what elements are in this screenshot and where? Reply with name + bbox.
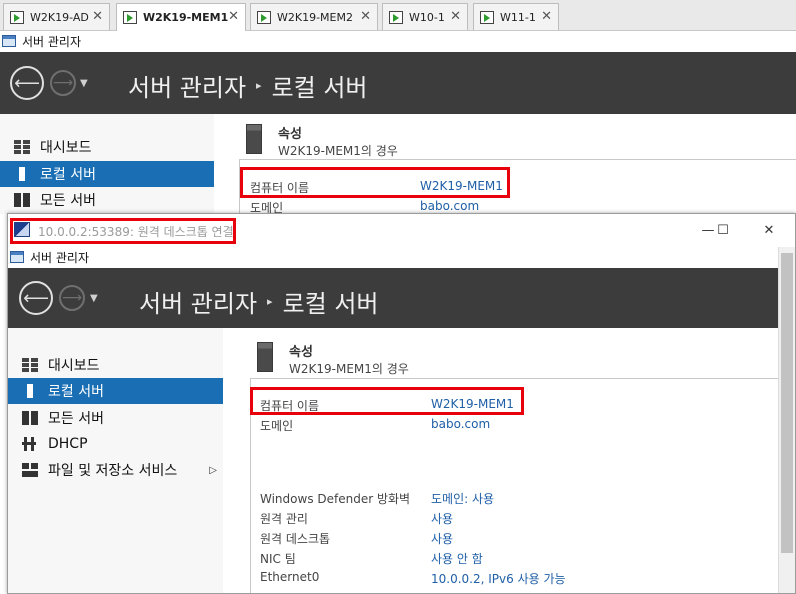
sidebar-item-dashboard[interactable]: 대시보드 bbox=[8, 352, 223, 378]
sidebar-item-dhcp[interactable]: DHCP bbox=[8, 431, 223, 457]
chevron-right-icon[interactable]: ▷ bbox=[209, 465, 217, 476]
nic-teaming-link[interactable]: 사용 안 함 bbox=[431, 550, 483, 567]
vm-running-icon bbox=[257, 10, 271, 24]
dashboard-icon bbox=[22, 358, 38, 372]
back-arrow-icon[interactable]: ⟵ bbox=[19, 281, 53, 315]
vm-tab-w10-1[interactable]: W10-1 ✕ bbox=[382, 3, 468, 30]
vm-tab-w11-1[interactable]: W11-1 ✕ bbox=[473, 3, 559, 30]
server-icon bbox=[19, 167, 25, 181]
vm-tab-w2k19-ad[interactable]: W2K19-AD ✕ bbox=[3, 3, 110, 30]
server-properties-icon bbox=[246, 124, 262, 154]
property-label: Ethernet0 bbox=[260, 570, 320, 584]
sidebar-item-local-server[interactable]: 로컬 서버 bbox=[0, 161, 214, 187]
vm-tab-label: W11-1 bbox=[500, 10, 536, 24]
sidebar-item-dashboard[interactable]: 대시보드 bbox=[0, 134, 214, 160]
properties-subtitle: W2K19-MEM1의 경우 bbox=[278, 144, 398, 158]
property-label: NIC 팀 bbox=[260, 552, 296, 566]
app-title: 서버 관리자 bbox=[22, 34, 82, 49]
vm-running-icon bbox=[389, 10, 403, 24]
sidebar-item-label: 파일 및 저장소 서비스 bbox=[48, 463, 178, 479]
server-manager-titlebar: 서버 관리자 bbox=[0, 31, 796, 51]
scrollbar[interactable] bbox=[778, 247, 795, 593]
dashboard-icon bbox=[14, 140, 30, 154]
sidebar: 대시보드 로컬 서버 모든 서버 DHCP 파일 및 저장소 서비스 ▷ bbox=[8, 328, 223, 593]
close-icon[interactable]: ✕ bbox=[228, 9, 239, 24]
server-manager-icon bbox=[10, 251, 24, 263]
server-icon bbox=[27, 384, 33, 398]
vm-tab-label: W2K19-AD bbox=[30, 10, 89, 24]
vm-tab-strip: W2K19-AD ✕ W2K19-MEM1 ✕ W2K19-MEM2 ✕ W10… bbox=[0, 0, 796, 31]
property-label: 도메인 bbox=[260, 419, 294, 433]
close-icon[interactable]: ✕ bbox=[92, 9, 103, 24]
vm-running-icon bbox=[123, 11, 137, 24]
close-icon[interactable]: ✕ bbox=[450, 9, 461, 24]
breadcrumb-current: 로컬 서버 bbox=[271, 74, 368, 102]
highlight-box bbox=[250, 387, 524, 415]
sidebar-item-all-servers[interactable]: 모든 서버 bbox=[0, 187, 214, 213]
remote-desktop-link[interactable]: 사용 bbox=[431, 530, 453, 547]
forward-arrow-icon[interactable]: ⟶ bbox=[50, 70, 76, 96]
properties-title: 속성 bbox=[278, 127, 302, 142]
vm-running-icon bbox=[480, 10, 494, 24]
breadcrumb-separator-icon: ▸ bbox=[267, 295, 273, 308]
back-arrow-icon[interactable]: ⟵ bbox=[10, 66, 44, 100]
sidebar-item-label: 로컬 서버 bbox=[48, 384, 104, 400]
scrollbar-thumb[interactable] bbox=[781, 253, 793, 553]
vm-tab-w2k19-mem1[interactable]: W2K19-MEM1 ✕ bbox=[116, 3, 246, 31]
vm-tab-label: W2K19-MEM1 bbox=[143, 11, 229, 24]
chevron-down-icon[interactable]: ▼ bbox=[80, 78, 88, 89]
properties-title: 속성 bbox=[289, 345, 313, 360]
storage-icon bbox=[22, 463, 38, 477]
firewall-link[interactable]: 도메인: 사용 bbox=[431, 490, 494, 507]
close-icon[interactable]: ✕ bbox=[360, 9, 371, 24]
servers-icon bbox=[14, 193, 30, 207]
property-label: 원격 관리 bbox=[260, 512, 308, 526]
sidebar: 대시보드 로컬 서버 모든 서버 bbox=[0, 114, 214, 214]
sidebar-item-local-server[interactable]: 로컬 서버 bbox=[8, 378, 223, 404]
highlight-box bbox=[10, 218, 236, 244]
vm-tab-w2k19-mem2[interactable]: W2K19-MEM2 ✕ bbox=[250, 3, 378, 30]
property-label: Windows Defender 방화벽 bbox=[260, 492, 411, 506]
sidebar-item-label: DHCP bbox=[48, 436, 88, 452]
server-manager-header: ⟵ ⟶ ▼ 서버 관리자 ▸ 로컬 서버 bbox=[0, 52, 796, 114]
forward-arrow-icon[interactable]: ⟶ bbox=[59, 285, 85, 311]
highlight-box bbox=[240, 167, 510, 198]
breadcrumb-separator-icon: ▸ bbox=[256, 79, 262, 92]
breadcrumb-root[interactable]: 서버 관리자 bbox=[128, 68, 246, 103]
domain-link[interactable]: babo.com bbox=[420, 199, 479, 213]
sidebar-item-label: 로컬 서버 bbox=[40, 167, 96, 183]
close-icon[interactable]: ✕ bbox=[541, 9, 552, 24]
server-manager-header: ⟵ ⟶ ▼ 서버 관리자 ▸ 로컬 서버 bbox=[8, 268, 778, 328]
server-manager-titlebar: 서버 관리자 bbox=[8, 247, 795, 267]
domain-link[interactable]: babo.com bbox=[431, 417, 490, 431]
vm-tab-label: W10-1 bbox=[409, 10, 445, 24]
sidebar-item-all-servers[interactable]: 모든 서버 bbox=[8, 405, 223, 431]
maximize-button[interactable]: ☐ bbox=[713, 220, 733, 240]
breadcrumb-root[interactable]: 서버 관리자 bbox=[139, 284, 257, 319]
servers-icon bbox=[22, 411, 38, 425]
sidebar-item-label: 대시보드 bbox=[48, 358, 100, 374]
breadcrumb: 서버 관리자 ▸ 로컬 서버 bbox=[128, 68, 368, 103]
sidebar-item-label: 모든 서버 bbox=[48, 411, 104, 427]
close-button[interactable]: ✕ bbox=[759, 220, 779, 240]
server-properties-icon bbox=[257, 342, 273, 372]
chevron-down-icon[interactable]: ▼ bbox=[90, 293, 98, 304]
remote-desktop-window: 10.0.0.2:53389: 원격 데스크톱 연결 — ☐ ✕ 서버 관리자 … bbox=[7, 213, 796, 594]
vm-tab-label: W2K19-MEM2 bbox=[277, 10, 353, 24]
vm-running-icon bbox=[10, 10, 24, 24]
sidebar-item-file-storage[interactable]: 파일 및 저장소 서비스 ▷ bbox=[8, 457, 223, 483]
properties-subtitle: W2K19-MEM1의 경우 bbox=[289, 362, 409, 376]
sidebar-item-label: 대시보드 bbox=[40, 140, 92, 156]
ethernet-link[interactable]: 10.0.0.2, IPv6 사용 가능 bbox=[431, 570, 566, 587]
property-label: 원격 데스크톱 bbox=[260, 532, 331, 546]
breadcrumb: 서버 관리자 ▸ 로컬 서버 bbox=[139, 284, 379, 319]
app-title: 서버 관리자 bbox=[30, 250, 90, 265]
breadcrumb-current: 로컬 서버 bbox=[282, 290, 379, 318]
server-manager-icon bbox=[2, 35, 16, 47]
dhcp-icon bbox=[22, 437, 38, 451]
sidebar-item-label: 모든 서버 bbox=[40, 193, 96, 209]
remote-management-link[interactable]: 사용 bbox=[431, 510, 453, 527]
